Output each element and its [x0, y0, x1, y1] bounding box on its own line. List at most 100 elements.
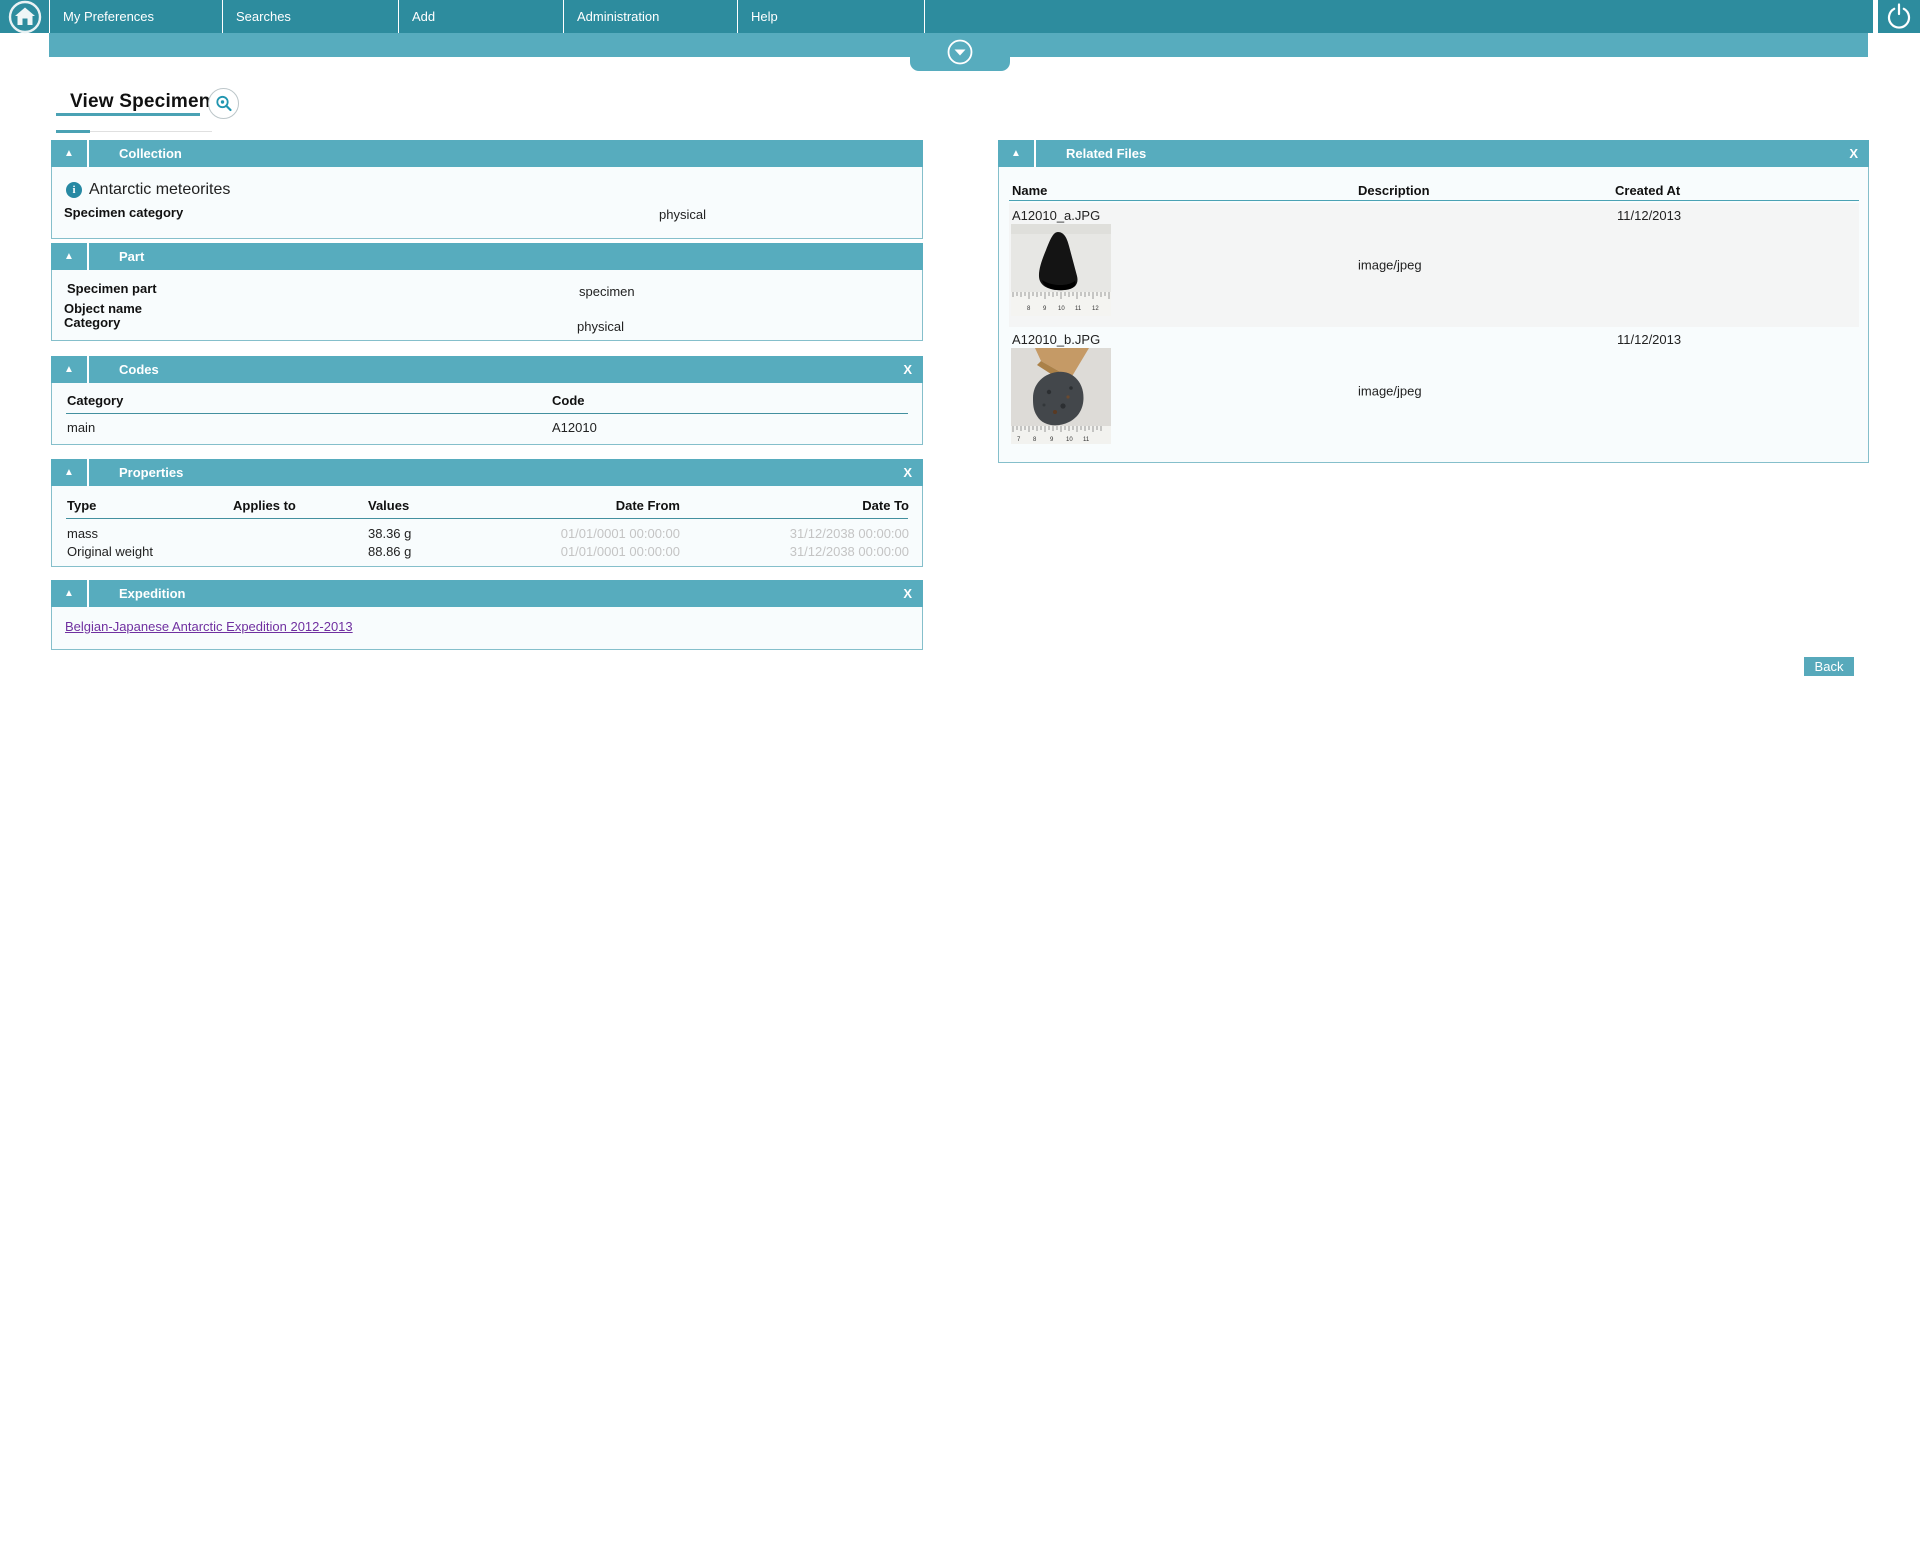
- power-icon: [1887, 2, 1911, 29]
- tab-divider: [90, 131, 212, 132]
- file-created-at: 11/12/2013: [1617, 332, 1682, 347]
- column-header: Values: [368, 498, 410, 513]
- column-header: Date To: [862, 498, 909, 513]
- collapse-icon[interactable]: ▲: [998, 140, 1036, 167]
- column-header: Created At: [1615, 183, 1681, 198]
- panel-collection-title: Collection: [119, 146, 182, 161]
- panel-expedition: ▲ Expedition X Belgian-Japanese Antarcti…: [51, 580, 923, 650]
- collapse-icon[interactable]: ▲: [51, 243, 89, 270]
- field-value: specimen: [579, 284, 635, 299]
- top-nav-bar: My Preferences Searches Add Administrati…: [0, 0, 1920, 33]
- panel-part-header: ▲ Part: [51, 243, 923, 270]
- home-button[interactable]: [0, 0, 49, 33]
- info-icon: i: [66, 182, 82, 198]
- collection-name: Antarctic meteorites: [89, 181, 231, 198]
- field-value: physical: [659, 207, 706, 222]
- field-label: Category: [64, 315, 121, 330]
- table-cell-date: 31/12/2038 00:00:00: [789, 526, 909, 541]
- table-cell: 38.36 g: [368, 526, 412, 541]
- collapse-icon[interactable]: ▲: [51, 459, 89, 486]
- field-value: physical: [577, 319, 624, 334]
- audit-log-button[interactable]: [208, 88, 239, 119]
- nav-item-add[interactable]: Add: [398, 0, 563, 33]
- collapse-icon[interactable]: ▲: [51, 140, 89, 167]
- table-cell: Original weight: [67, 544, 153, 559]
- logout-button[interactable]: [1873, 0, 1920, 33]
- field-label: Object name: [64, 301, 143, 316]
- panel-codes-body: Category Code main A12010: [51, 383, 923, 445]
- file-name: A12010_b.JPG: [1012, 332, 1101, 347]
- panel-related-files-title: Related Files: [1066, 146, 1147, 161]
- tab-accent: [56, 130, 90, 133]
- panel-collection: ▲ Collection i Antarctic meteorites Spec…: [51, 140, 923, 239]
- column-header: Category: [67, 393, 124, 408]
- field-label: Specimen part: [67, 281, 157, 296]
- file-created-at: 11/12/2013: [1617, 208, 1682, 223]
- nav-item-administration[interactable]: Administration: [563, 0, 737, 33]
- table-cell-date: 31/12/2038 00:00:00: [789, 544, 909, 559]
- column-header: Code: [552, 393, 585, 408]
- collapse-icon[interactable]: ▲: [51, 356, 89, 383]
- close-icon[interactable]: X: [903, 580, 912, 607]
- svg-text:10: 10: [1066, 437, 1073, 443]
- file-name: A12010_a.JPG: [1012, 208, 1101, 223]
- column-header: Type: [67, 498, 97, 513]
- panel-codes-header: ▲ Codes X: [51, 356, 923, 383]
- page-title: View Specimen: [70, 91, 211, 112]
- home-icon: [8, 0, 41, 33]
- panel-related-files-body: Name Description Created At A12010_a.JPG…: [998, 167, 1869, 463]
- panel-collection-body: i Antarctic meteorites Specimen category…: [51, 167, 923, 239]
- nav-item-my-preferences[interactable]: My Preferences: [49, 0, 222, 33]
- close-icon[interactable]: X: [903, 356, 912, 383]
- field-label: Specimen category: [64, 205, 184, 220]
- panel-properties-title: Properties: [119, 465, 184, 480]
- panel-part: ▲ Part Specimen part specimen Object nam…: [51, 243, 923, 341]
- column-header: Date From: [615, 498, 680, 513]
- table-cell-date: 01/01/0001 00:00:00: [560, 526, 680, 541]
- panel-properties: ▲ Properties X Type Applies to Values Da…: [51, 459, 923, 567]
- table-header-divider: [66, 518, 908, 519]
- nav-item-searches[interactable]: Searches: [222, 0, 398, 33]
- panel-codes-title: Codes: [119, 362, 159, 377]
- table-cell: main: [67, 420, 96, 435]
- nav-item-help[interactable]: Help: [737, 0, 924, 33]
- collapse-icon[interactable]: ▲: [51, 580, 89, 607]
- file-thumbnail[interactable]: 7 8 9 10 11: [1011, 348, 1111, 449]
- svg-text:10: 10: [1058, 306, 1065, 312]
- magnifier-icon: [215, 95, 232, 111]
- table-cell: 88.86 g: [368, 544, 412, 559]
- panel-codes: ▲ Codes X Category Code main A12010: [51, 356, 923, 445]
- column-header: Description: [1358, 183, 1430, 198]
- table-cell: A12010: [552, 420, 597, 435]
- view-specimen-page: My Preferences Searches Add Administrati…: [0, 0, 1920, 1544]
- expedition-link[interactable]: Belgian-Japanese Antarctic Expedition 20…: [65, 619, 353, 634]
- table-cell: mass: [67, 526, 99, 541]
- table-header-divider: [1009, 200, 1859, 201]
- table-cell-date: 01/01/0001 00:00:00: [560, 544, 680, 559]
- panel-related-files: ▲ Related Files X Name Description Creat…: [998, 140, 1869, 463]
- chevron-down-icon: [947, 39, 973, 65]
- file-description: image/jpeg: [1358, 383, 1422, 399]
- meteorite-photo-a: 8 9 10 11 12: [1011, 224, 1111, 316]
- close-icon[interactable]: X: [1849, 140, 1858, 167]
- menu-expand-tab[interactable]: [910, 33, 1010, 71]
- back-button[interactable]: Back: [1804, 657, 1854, 676]
- svg-text:11: 11: [1075, 306, 1082, 312]
- file-row: A12010_b.JPG 11/12/2013 image/jpeg 7 8 9…: [1009, 327, 1859, 455]
- nav-spacer: [924, 0, 1873, 33]
- table-header-divider: [66, 413, 908, 414]
- collection-info-row: i Antarctic meteorites: [66, 181, 230, 199]
- column-header: Name: [1012, 183, 1048, 198]
- svg-text:12: 12: [1092, 306, 1099, 312]
- panel-collection-header: ▲ Collection: [51, 140, 923, 167]
- panel-expedition-body: Belgian-Japanese Antarctic Expedition 20…: [51, 607, 923, 650]
- close-icon[interactable]: X: [903, 459, 912, 486]
- panel-properties-body: Type Applies to Values Date From Date To…: [51, 486, 923, 567]
- file-description: image/jpeg: [1358, 257, 1422, 273]
- panel-part-body: Specimen part specimen Object name Categ…: [51, 270, 923, 341]
- file-thumbnail[interactable]: 8 9 10 11 12: [1011, 224, 1111, 321]
- panel-part-title: Part: [119, 249, 145, 264]
- column-header: Applies to: [233, 498, 296, 513]
- file-row: A12010_a.JPG 11/12/2013 image/jpeg 8 9 1…: [1009, 203, 1859, 327]
- panel-expedition-title: Expedition: [119, 586, 186, 601]
